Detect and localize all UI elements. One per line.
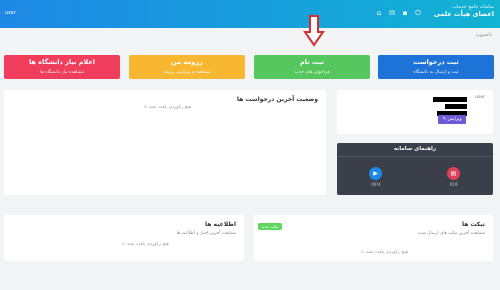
card-subtitle: مشاهده و ویرایش رزومه bbox=[163, 70, 211, 75]
news-title: اطلاعیه ها bbox=[205, 221, 236, 228]
news-subtitle: مشاهده آخرین اخبار و اطلاعیه ها bbox=[176, 231, 236, 236]
redacted-bar bbox=[433, 97, 467, 102]
warning-icon: ⚠ bbox=[360, 250, 365, 255]
card-my-resume[interactable]: رزومه من مشاهده و ویرایش رزومه bbox=[129, 55, 245, 79]
card-subtitle: ثبت و ارسال به دانشگاه bbox=[413, 70, 459, 75]
video-icon[interactable]: ▶ bbox=[369, 167, 382, 180]
user-menu[interactable]: user bbox=[5, 10, 16, 16]
down-arrow-icon bbox=[303, 15, 325, 47]
requests-panel: وضعیت آخرین درخواست ها ⚠ هیچ رکوردی یافت… bbox=[4, 90, 326, 195]
card-subtitle: مشاهده نیاز دانشگاه ها bbox=[40, 70, 84, 75]
brand-subtitle: سامانه جامع خدمات bbox=[452, 4, 494, 10]
edit-icon: ✎ bbox=[442, 117, 447, 122]
top-bar: user ⌂ ✉ ▪ ⏻ سامانه جامع خدمات اعضای هیأ… bbox=[0, 0, 500, 28]
folder-icon[interactable]: ▪ bbox=[401, 9, 409, 18]
mp4-label: MP4 bbox=[371, 183, 381, 188]
new-ticket-badge[interactable]: تیکت جدید bbox=[258, 223, 282, 230]
redacted-bar bbox=[445, 104, 467, 109]
top-icons: ⌂ ✉ ▪ ⏻ bbox=[375, 9, 422, 18]
news-empty: ⚠ هیچ رکوردی یافت نشد bbox=[121, 242, 169, 247]
tickets-panel: تیکت ها مشاهده آخرین تیکت های ارسال شده … bbox=[254, 215, 493, 261]
guide-panel: راهنمای سامانه ▤ PDF ▶ MP4 bbox=[337, 143, 493, 195]
profile-panel: user bbox=[337, 90, 493, 134]
breadcrumb: داشبورد bbox=[475, 32, 492, 38]
home-icon[interactable]: ⌂ bbox=[375, 9, 383, 18]
tickets-title: تیکت ها bbox=[461, 221, 485, 228]
mail-icon[interactable]: ✉ bbox=[388, 9, 396, 18]
card-title: رزومه من bbox=[171, 58, 203, 66]
card-submit-request[interactable]: ثبت درخواست ثبت و ارسال به دانشگاه bbox=[378, 55, 494, 79]
divider bbox=[337, 156, 493, 157]
card-title: ثبت نام bbox=[300, 58, 324, 66]
pdf-label: PDF bbox=[449, 183, 459, 188]
requests-title: وضعیت آخرین درخواست ها bbox=[236, 96, 318, 103]
news-panel: اطلاعیه ها مشاهده آخرین اخبار و اطلاعیه … bbox=[4, 215, 244, 261]
card-title: اعلام نیاز دانشگاه ها bbox=[28, 58, 96, 66]
edit-button[interactable]: ✎ ویرایش bbox=[438, 115, 466, 124]
card-university-needs[interactable]: اعلام نیاز دانشگاه ها مشاهده نیاز دانشگا… bbox=[4, 55, 120, 79]
power-icon[interactable]: ⏻ bbox=[414, 9, 422, 18]
tickets-subtitle: مشاهده آخرین تیکت های ارسال شده bbox=[417, 231, 485, 236]
pdf-icon[interactable]: ▤ bbox=[447, 167, 460, 180]
card-register[interactable]: ثبت نام فراخوان های جذب bbox=[254, 55, 370, 79]
brand: سامانه جامع خدمات اعضای هیأت علمی bbox=[434, 4, 494, 18]
requests-empty: ⚠ هیچ رکوردی یافت نشد bbox=[143, 105, 191, 110]
warning-icon: ⚠ bbox=[143, 105, 148, 110]
warning-icon: ⚠ bbox=[121, 242, 126, 247]
profile-user-label: user bbox=[475, 95, 485, 100]
brand-title: اعضای هیأت علمی bbox=[433, 10, 494, 18]
card-subtitle: فراخوان های جذب bbox=[294, 70, 330, 75]
card-title: ثبت درخواست bbox=[413, 58, 459, 66]
tickets-empty: ⚠ هیچ رکوردی یافت نشد bbox=[360, 250, 408, 255]
guide-title: راهنمای سامانه bbox=[393, 146, 437, 152]
